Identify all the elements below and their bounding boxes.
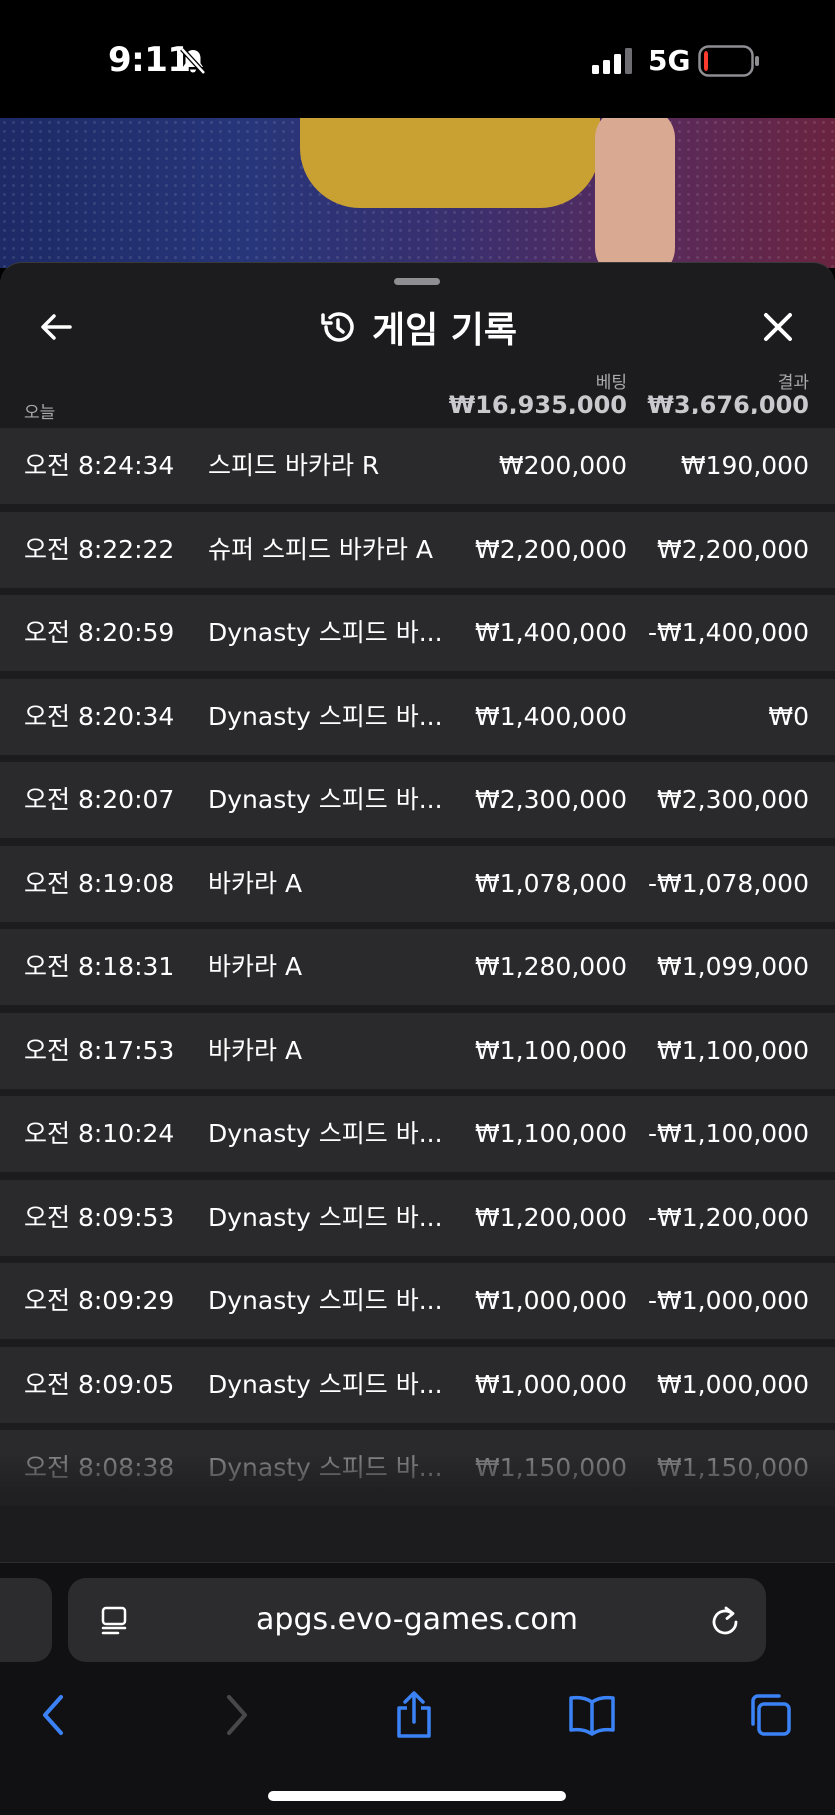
- history-row[interactable]: 오전 8:18:31 바카라 A ₩1,280,000 ₩1,099,000: [0, 929, 835, 1005]
- history-clock-icon: [321, 312, 354, 342]
- row-result-amount: ₩2,300,000: [657, 785, 809, 814]
- history-row[interactable]: 오전 8:09:05 Dynasty 스피드 바... ₩1,000,000 ₩1,0…: [0, 1347, 835, 1423]
- row-game-name: Dynasty 스피드 바...: [208, 1286, 443, 1315]
- row-result-amount: ₩1,099,000: [657, 952, 809, 981]
- battery-icon: [698, 45, 759, 77]
- back-button[interactable]: [32, 303, 80, 351]
- close-button[interactable]: [754, 303, 802, 351]
- row-result-amount: -₩1,000,000: [648, 1286, 809, 1315]
- row-time: 오전 8:17:53: [24, 1036, 175, 1065]
- row-time: 오전 8:20:34: [24, 702, 175, 731]
- previous-tab-preview[interactable]: [0, 1578, 52, 1662]
- row-game-name: Dynasty 스피드 바...: [208, 1370, 443, 1399]
- row-bet-amount: ₩1,000,000: [475, 1286, 627, 1315]
- row-game-name: Dynasty 스피드 바...: [208, 785, 443, 814]
- row-game-name: 바카라 A: [208, 952, 303, 981]
- row-result-amount: ₩2,200,000: [657, 535, 809, 564]
- game-history-sheet: 게임 기록 베팅 결과 오늘 ₩16,935,000 ₩3,676,000 오전…: [0, 262, 835, 1562]
- row-time: 오전 8:24:34: [24, 451, 175, 480]
- row-time: 오전 8:19:08: [24, 869, 175, 898]
- history-row[interactable]: 오전 8:20:07 Dynasty 스피드 바... ₩2,300,000 ₩2,3…: [0, 762, 835, 838]
- row-result-amount: -₩1,200,000: [648, 1203, 809, 1232]
- cellular-signal-icon: [592, 48, 632, 74]
- history-row[interactable]: 오전 8:24:34 스피드 바카라 R ₩200,000 ₩190,000: [0, 428, 835, 504]
- today-label: 오늘: [24, 403, 56, 423]
- reload-icon[interactable]: [708, 1602, 742, 1638]
- tabs-icon: [751, 1694, 791, 1736]
- row-time: 오전 8:20:07: [24, 785, 175, 814]
- home-indicator: [268, 1791, 566, 1801]
- row-bet-amount: ₩1,078,000: [475, 869, 627, 898]
- row-time: 오전 8:09:05: [24, 1370, 175, 1399]
- close-x-icon: [764, 313, 792, 341]
- page-title: 게임 기록: [372, 310, 518, 351]
- row-game-name: 바카라 A: [208, 869, 303, 898]
- row-bet-amount: ₩1,200,000: [475, 1203, 627, 1232]
- share-button[interactable]: [384, 1685, 444, 1745]
- browser-toolbar: apgs.evo-games.com: [0, 1562, 835, 1815]
- history-row[interactable]: 오전 8:09:53 Dynasty 스피드 바... ₩1,200,000 -₩1,…: [0, 1180, 835, 1256]
- history-row[interactable]: 오전 8:17:53 바카라 A ₩1,100,000 ₩1,100,000: [0, 1013, 835, 1089]
- row-bet-amount: ₩2,300,000: [475, 785, 627, 814]
- row-bet-amount: ₩1,100,000: [475, 1119, 627, 1148]
- bell-muted-icon: [180, 47, 206, 75]
- row-result-amount: ₩1,000,000: [657, 1370, 809, 1399]
- history-row[interactable]: 오전 8:22:22 슈퍼 스피드 바카라 A ₩2,200,000 ₩2,200,0…: [0, 512, 835, 588]
- share-icon: [397, 1691, 431, 1738]
- forward-icon: [227, 1695, 247, 1735]
- row-time: 오전 8:20:59: [24, 618, 175, 647]
- row-time: 오전 8:22:22: [24, 535, 175, 564]
- arrow-left-icon: [41, 314, 72, 340]
- back-icon: [43, 1695, 63, 1735]
- row-time: 오전 8:18:31: [24, 952, 175, 981]
- row-result-amount: ₩190,000: [680, 451, 809, 480]
- row-result-amount: ₩1,100,000: [657, 1036, 809, 1065]
- row-bet-amount: ₩1,280,000: [475, 952, 627, 981]
- address-bar[interactable]: apgs.evo-games.com: [68, 1578, 766, 1662]
- tabs-button[interactable]: [740, 1685, 800, 1745]
- total-bet: ₩16,935,000: [448, 391, 627, 414]
- row-game-name: Dynasty 스피드 바...: [208, 1203, 443, 1232]
- network-type: 5G: [648, 44, 691, 77]
- row-bet-amount: ₩2,200,000: [475, 535, 627, 564]
- row-game-name: Dynasty 스피드 바...: [208, 1119, 443, 1148]
- row-bet-amount: ₩1,400,000: [475, 702, 627, 731]
- history-row[interactable]: 오전 8:20:34 Dynasty 스피드 바... ₩1,400,000 ₩0: [0, 679, 835, 755]
- row-game-name: Dynasty 스피드 바...: [208, 702, 443, 731]
- row-time: 오전 8:09:53: [24, 1203, 175, 1232]
- browser-back-button[interactable]: [24, 1685, 84, 1745]
- history-row[interactable]: 오전 8:19:08 바카라 A ₩1,078,000 -₩1,078,000: [0, 846, 835, 922]
- row-game-name: Dynasty 스피드 바...: [208, 618, 443, 647]
- row-game-name: 바카라 A: [208, 1036, 303, 1065]
- bookmarks-button[interactable]: [562, 1685, 622, 1745]
- live-video-background: [0, 118, 835, 268]
- status-bar: 9:11 5G: [0, 0, 835, 118]
- history-row[interactable]: 오전 8:09:29 Dynasty 스피드 바... ₩1,000,000 -₩1,…: [0, 1263, 835, 1339]
- history-row[interactable]: 오전 8:20:59 Dynasty 스피드 바... ₩1,400,000 -₩1,…: [0, 595, 835, 671]
- url-text: apgs.evo-games.com: [256, 1602, 578, 1637]
- sheet-header: 게임 기록: [318, 299, 517, 355]
- row-game-name: 스피드 바카라 R: [208, 451, 380, 480]
- total-result: ₩3,676,000: [647, 391, 809, 414]
- row-result-amount: -₩1,400,000: [648, 618, 809, 647]
- row-result-amount: -₩1,100,000: [648, 1119, 809, 1148]
- row-bet-amount: ₩1,100,000: [475, 1036, 627, 1065]
- row-time: 오전 8:10:24: [24, 1119, 175, 1148]
- row-bet-amount: ₩1,000,000: [475, 1370, 627, 1399]
- history-row[interactable]: 오전 8:10:24 Dynasty 스피드 바... ₩1,100,000 -₩1,…: [0, 1096, 835, 1172]
- row-bet-amount: ₩200,000: [498, 451, 627, 480]
- bookmarks-icon: [569, 1695, 615, 1736]
- summary-header: 베팅 결과 오늘 ₩16,935,000 ₩3,676,000: [0, 368, 835, 423]
- sheet-grabber[interactable]: [394, 278, 440, 285]
- row-result-amount: -₩1,078,000: [648, 869, 809, 898]
- row-result-amount: ₩0: [768, 702, 809, 731]
- row-game-name: 슈퍼 스피드 바카라 A: [208, 535, 433, 564]
- row-time: 오전 8:09:29: [24, 1286, 175, 1315]
- browser-forward-button[interactable]: [206, 1685, 266, 1745]
- row-bet-amount: ₩1,400,000: [475, 618, 627, 647]
